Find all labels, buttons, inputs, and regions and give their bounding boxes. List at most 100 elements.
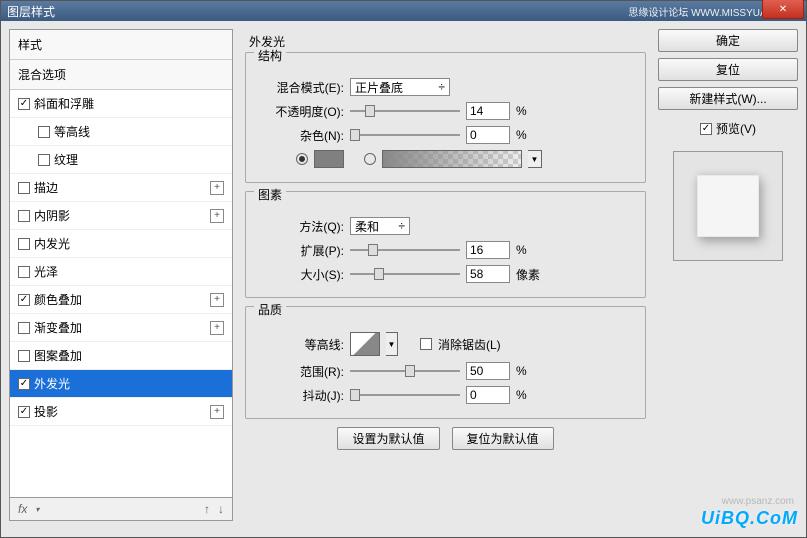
style-item[interactable]: 描边+ xyxy=(10,174,232,202)
style-item[interactable]: 颜色叠加 + xyxy=(10,286,232,314)
elements-title: 图素 xyxy=(254,186,286,203)
add-icon[interactable]: + xyxy=(210,181,224,195)
noise-input[interactable] xyxy=(466,126,510,144)
reset-default-button[interactable]: 复位为默认值 xyxy=(452,427,554,450)
style-checkbox[interactable] xyxy=(18,322,30,334)
add-icon[interactable]: + xyxy=(210,405,224,419)
style-checkbox[interactable] xyxy=(18,378,30,390)
size-input[interactable] xyxy=(466,265,510,283)
style-item[interactable]: 投影 + xyxy=(10,398,232,426)
style-item[interactable]: 内阴影 + xyxy=(10,202,232,230)
style-checkbox[interactable] xyxy=(18,294,30,306)
style-checkbox[interactable] xyxy=(18,350,30,362)
watermark-url: www.psanz.com xyxy=(722,496,794,507)
style-item[interactable]: 纹理 xyxy=(10,146,232,174)
spread-unit: % xyxy=(516,243,527,257)
spread-input[interactable] xyxy=(466,241,510,259)
style-checkbox[interactable] xyxy=(18,182,30,194)
size-slider[interactable] xyxy=(350,267,460,281)
style-checkbox[interactable] xyxy=(18,98,30,110)
style-item[interactable]: 外发光 xyxy=(10,370,232,398)
chevron-down-icon: ÷ xyxy=(438,80,445,94)
contour-dropdown-icon[interactable]: ▼ xyxy=(386,332,398,356)
ok-button[interactable]: 确定 xyxy=(658,29,798,52)
style-checkbox[interactable] xyxy=(18,238,30,250)
fx-label: fx xyxy=(18,502,27,516)
preview-checkbox[interactable] xyxy=(700,123,712,135)
style-item-label: 投影 xyxy=(34,403,58,420)
range-slider[interactable] xyxy=(350,364,460,378)
styles-header[interactable]: 样式 xyxy=(10,30,232,60)
gradient-radio[interactable] xyxy=(364,153,376,165)
new-style-button[interactable]: 新建样式(W)... xyxy=(658,87,798,110)
opacity-slider[interactable] xyxy=(350,104,460,118)
contour-picker[interactable] xyxy=(350,332,380,356)
technique-select[interactable]: 柔和÷ xyxy=(350,217,410,235)
style-checkbox[interactable] xyxy=(18,406,30,418)
style-item-label: 颜色叠加 xyxy=(34,291,82,308)
opacity-input[interactable] xyxy=(466,102,510,120)
noise-unit: % xyxy=(516,128,527,142)
move-up-icon[interactable]: ↑ xyxy=(204,502,210,516)
add-icon[interactable]: + xyxy=(210,321,224,335)
style-checkbox[interactable] xyxy=(38,154,50,166)
style-item[interactable]: 光泽 xyxy=(10,258,232,286)
action-panel: 确定 复位 新建样式(W)... 预览(V) xyxy=(658,29,798,521)
blend-mode-select[interactable]: 正片叠底÷ xyxy=(350,78,450,96)
range-label: 范围(R): xyxy=(256,363,344,380)
color-swatch[interactable] xyxy=(314,150,344,168)
style-item[interactable]: 斜面和浮雕 xyxy=(10,90,232,118)
antialias-label: 消除锯齿(L) xyxy=(438,336,501,353)
style-item-label: 光泽 xyxy=(34,263,58,280)
jitter-slider[interactable] xyxy=(350,388,460,402)
antialias-checkbox[interactable] xyxy=(420,338,432,350)
titlebar: 图层样式 思缘设计论坛 WWW.MISSYUAN.COM xyxy=(1,1,806,21)
technique-label: 方法(Q): xyxy=(256,218,344,235)
structure-group: 结构 混合模式(E): 正片叠底÷ 不透明度(O): % 杂色(N): % xyxy=(245,52,646,183)
range-input[interactable] xyxy=(466,362,510,380)
make-default-button[interactable]: 设置为默认值 xyxy=(337,427,439,450)
blend-mode-label: 混合模式(E): xyxy=(256,79,344,96)
jitter-input[interactable] xyxy=(466,386,510,404)
style-item[interactable]: 等高线 xyxy=(10,118,232,146)
style-item-label: 内阴影 xyxy=(34,207,70,224)
cancel-button[interactable]: 复位 xyxy=(658,58,798,81)
spread-label: 扩展(P): xyxy=(256,242,344,259)
style-item-label: 斜面和浮雕 xyxy=(34,95,94,112)
close-button[interactable]: ✕ xyxy=(762,0,804,19)
gradient-dropdown-icon[interactable]: ▼ xyxy=(528,150,542,168)
watermark: UiBQ.CoM xyxy=(701,508,798,529)
style-item-label: 外发光 xyxy=(34,375,70,392)
style-checkbox[interactable] xyxy=(18,266,30,278)
fx-dropdown-icon[interactable]: ▾ xyxy=(35,505,39,514)
layer-style-dialog: 图层样式 思缘设计论坛 WWW.MISSYUAN.COM ✕ 样式 混合选项 斜… xyxy=(0,0,807,538)
move-down-icon[interactable]: ↓ xyxy=(218,502,224,516)
spread-slider[interactable] xyxy=(350,243,460,257)
add-icon[interactable]: + xyxy=(210,293,224,307)
style-item-label: 内发光 xyxy=(34,235,70,252)
style-item-label: 图案叠加 xyxy=(34,347,82,364)
size-label: 大小(S): xyxy=(256,266,344,283)
preview-shape xyxy=(697,175,759,237)
style-item[interactable]: 渐变叠加 + xyxy=(10,314,232,342)
style-item-label: 纹理 xyxy=(54,151,78,168)
add-icon[interactable]: + xyxy=(210,209,224,223)
style-item[interactable]: 图案叠加 xyxy=(10,342,232,370)
settings-panel: 外发光 结构 混合模式(E): 正片叠底÷ 不透明度(O): % 杂色(N): xyxy=(241,29,650,521)
style-checkbox[interactable] xyxy=(18,210,30,222)
noise-slider[interactable] xyxy=(350,128,460,142)
blend-options-header[interactable]: 混合选项 xyxy=(10,60,232,90)
style-item[interactable]: 内发光 xyxy=(10,230,232,258)
style-list-panel: 样式 混合选项 斜面和浮雕等高线纹理描边+ 内阴影 + 内发光光泽颜色叠加 + 渐变叠加 +… xyxy=(9,29,233,521)
style-list: 样式 混合选项 斜面和浮雕等高线纹理描边+ 内阴影 + 内发光光泽颜色叠加 + 渐变叠加 +… xyxy=(10,30,232,497)
gradient-swatch[interactable] xyxy=(382,150,522,168)
style-item-label: 渐变叠加 xyxy=(34,319,82,336)
panel-title: 外发光 xyxy=(249,33,646,50)
size-unit: 像素 xyxy=(516,266,540,283)
range-unit: % xyxy=(516,364,527,378)
style-checkbox[interactable] xyxy=(38,126,50,138)
elements-group: 图素 方法(Q): 柔和÷ 扩展(P): % 大小(S): 像素 xyxy=(245,191,646,298)
style-footer: fx ▾ ↑ ↓ xyxy=(10,497,232,520)
jitter-unit: % xyxy=(516,388,527,402)
color-radio[interactable] xyxy=(296,153,308,165)
